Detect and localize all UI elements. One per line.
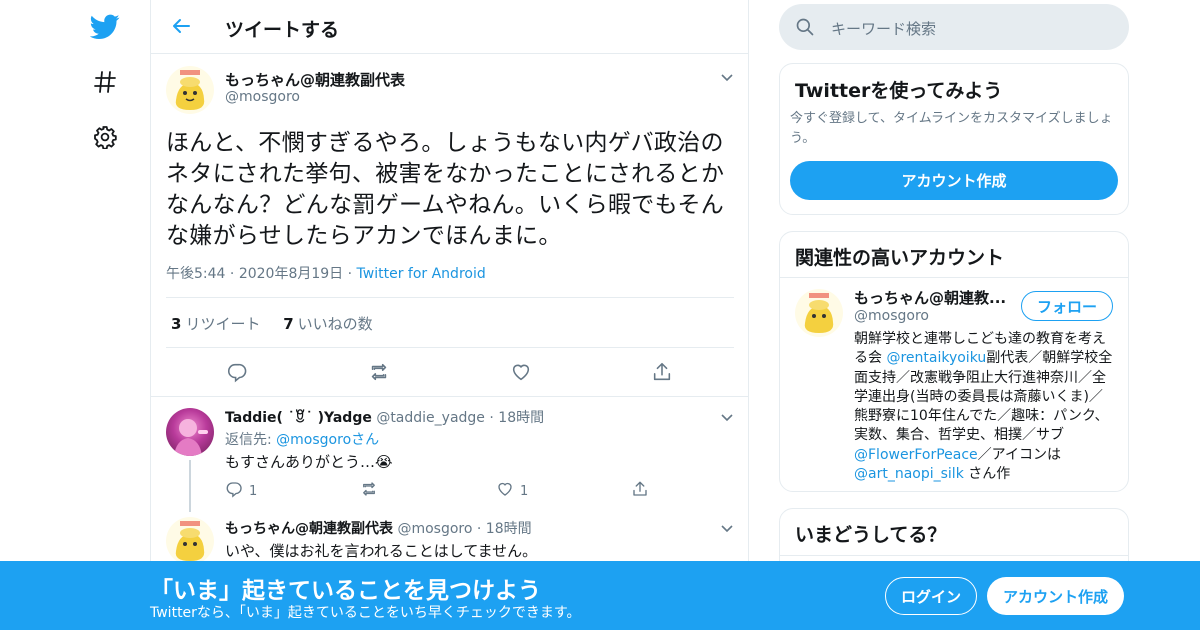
reply-text: もすさんありがとう…😭 — [225, 453, 393, 471]
main-column: ツイートする もっちゃん@朝連教副代表 @mosgoro ほんと、不憫すぎるやろ… — [150, 0, 749, 630]
settings-gear-icon[interactable] — [90, 122, 120, 152]
main-header: ツイートする — [151, 0, 748, 54]
bio-mention-link[interactable]: @FlowerForPeace — [854, 447, 978, 463]
reply-count: 1 — [249, 483, 258, 499]
author-handle[interactable]: @mosgoro — [225, 89, 300, 105]
reply-share-button[interactable] — [631, 480, 649, 502]
like-count: 1 — [520, 483, 529, 499]
separator-dot: · — [476, 521, 486, 537]
reply-avatar[interactable] — [166, 517, 214, 565]
separator-dot: · — [229, 266, 239, 282]
reply-header: もっちゃん@朝連教副代表 @mosgoro · 18時間 — [225, 518, 532, 538]
retweets-stat[interactable]: 3 リツイート — [171, 315, 260, 333]
reply-avatar[interactable] — [166, 408, 214, 456]
reply-like-button[interactable]: 1 — [496, 480, 528, 502]
chevron-down-icon[interactable] — [719, 520, 735, 536]
left-nav — [0, 0, 150, 630]
likes-label: いいねの数 — [297, 315, 373, 333]
banner-signup-button[interactable]: アカウント作成 — [987, 577, 1124, 615]
likes-count: 7 — [283, 315, 294, 333]
bio-text: さん作 — [963, 466, 1011, 483]
retweets-label: リツイート — [185, 315, 261, 333]
bio-text: ／アイコンは — [977, 446, 1061, 463]
reply-author-handle[interactable]: @mosgoro — [397, 521, 472, 537]
tweet-time[interactable]: 午後5:44 — [166, 266, 225, 282]
reply-to-handle[interactable]: @mosgoro — [276, 432, 351, 448]
follow-button[interactable]: フォロー — [1021, 291, 1113, 321]
back-arrow-icon[interactable] — [169, 14, 193, 38]
search-icon — [795, 17, 815, 37]
share-icon[interactable] — [651, 361, 673, 383]
signup-card: Twitterを使ってみよう 今すぐ登録して、タイムラインをカスタマイズしましょ… — [779, 63, 1129, 215]
reply-author-name[interactable]: もっちゃん@朝連教副代表 — [225, 521, 393, 537]
tweet-meta: 午後5:44 · 2020年8月19日 · Twitter for Androi… — [166, 263, 486, 283]
reply-to-suffix: さん — [351, 432, 380, 448]
reply-header: Taddie( ˙ꆚ˙ )Yadge @taddie_yadge · 18時間 — [225, 407, 544, 427]
separator-dot: · — [347, 266, 357, 282]
signup-card-desc: 今すぐ登録して、タイムラインをカスタマイズしましょう。 — [790, 111, 1113, 146]
reply-icon[interactable] — [226, 361, 248, 383]
divider — [780, 277, 1128, 278]
reply-thread — [151, 396, 748, 397]
retweet-icon[interactable] — [368, 361, 390, 383]
chevron-down-icon[interactable] — [719, 69, 735, 85]
share-icon — [631, 480, 649, 502]
tweet-date[interactable]: 2020年8月19日 — [239, 266, 343, 282]
reply-retweet-button[interactable] — [360, 480, 378, 502]
related-account-handle[interactable]: @mosgoro — [854, 308, 929, 324]
bio-mention-link[interactable]: @rentaikyoiku — [886, 350, 986, 366]
retweets-count: 3 — [171, 315, 182, 333]
thread-connector-line — [189, 460, 191, 512]
author-name[interactable]: もっちゃん@朝連教副代表 — [225, 69, 405, 90]
divider — [166, 347, 734, 348]
retweet-icon — [360, 480, 378, 502]
reply-to-line: 返信先: @mosgoroさん — [225, 429, 379, 449]
create-account-button[interactable]: アカウント作成 — [790, 161, 1118, 200]
tweet-client-link[interactable]: Twitter for Android — [357, 266, 486, 282]
tweet-text: ほんと、不憫すぎるやろ。しょうもない内ゲバ政治のネタにされた挙句、被害をなかった… — [166, 130, 725, 249]
reply-text: いや、僕はお礼を言われることはしてません。 — [225, 542, 538, 560]
trends-card-title: いまどうしてる？ — [795, 524, 947, 546]
like-heart-icon[interactable] — [510, 361, 532, 383]
reply-time[interactable]: 18時間 — [498, 410, 544, 426]
reply-author-name[interactable]: Taddie( ˙ꆚ˙ )Yadge — [225, 410, 372, 426]
banner-subtitle: Twitterなら、「いま」起きていることをいち早くチェックできます。 — [150, 605, 581, 621]
divider — [780, 555, 1128, 556]
page-title: ツイートする — [225, 19, 340, 41]
chevron-down-icon[interactable] — [719, 409, 735, 425]
like-heart-icon — [496, 480, 514, 502]
author-avatar[interactable] — [166, 66, 214, 114]
related-account-name[interactable]: もっちゃん@朝連教... — [854, 287, 1006, 308]
search-placeholder: キーワード検索 — [831, 20, 937, 38]
related-card-title: 関連性の高いアカウント — [795, 247, 1005, 269]
banner-title: 「いま」起きていることを見つけよう — [150, 578, 541, 604]
related-account-bio: 朝鮮学校と連帯しこども達の教育を考える会 @rentaikyoiku副代表／朝鮮… — [854, 330, 1116, 484]
reply-to-prefix: 返信先: — [225, 432, 277, 448]
tweet-stats: 3 リツイート 7 いいねの数 — [171, 313, 373, 334]
divider — [166, 297, 734, 298]
reply-time[interactable]: 18時間 — [486, 521, 532, 537]
reply-icon — [225, 480, 243, 502]
bio-mention-link[interactable]: @art_naopi_silk — [854, 466, 964, 482]
separator-dot: · — [489, 410, 499, 426]
related-avatar[interactable] — [795, 289, 843, 337]
login-button[interactable]: ログイン — [885, 577, 977, 615]
signup-card-title: Twitterを使ってみよう — [795, 80, 1003, 102]
reply-author-handle[interactable]: @taddie_yadge — [376, 410, 485, 426]
likes-stat[interactable]: 7 いいねの数 — [283, 315, 372, 333]
search-bar[interactable]: キーワード検索 — [779, 4, 1129, 50]
reply-reply-button[interactable]: 1 — [225, 480, 257, 502]
related-accounts-card: 関連性の高いアカウント もっちゃん@朝連教... @mosgoro フォロー 朝… — [779, 231, 1129, 492]
explore-hashtag-icon[interactable] — [90, 67, 120, 97]
twitter-bird-icon[interactable] — [90, 12, 120, 42]
